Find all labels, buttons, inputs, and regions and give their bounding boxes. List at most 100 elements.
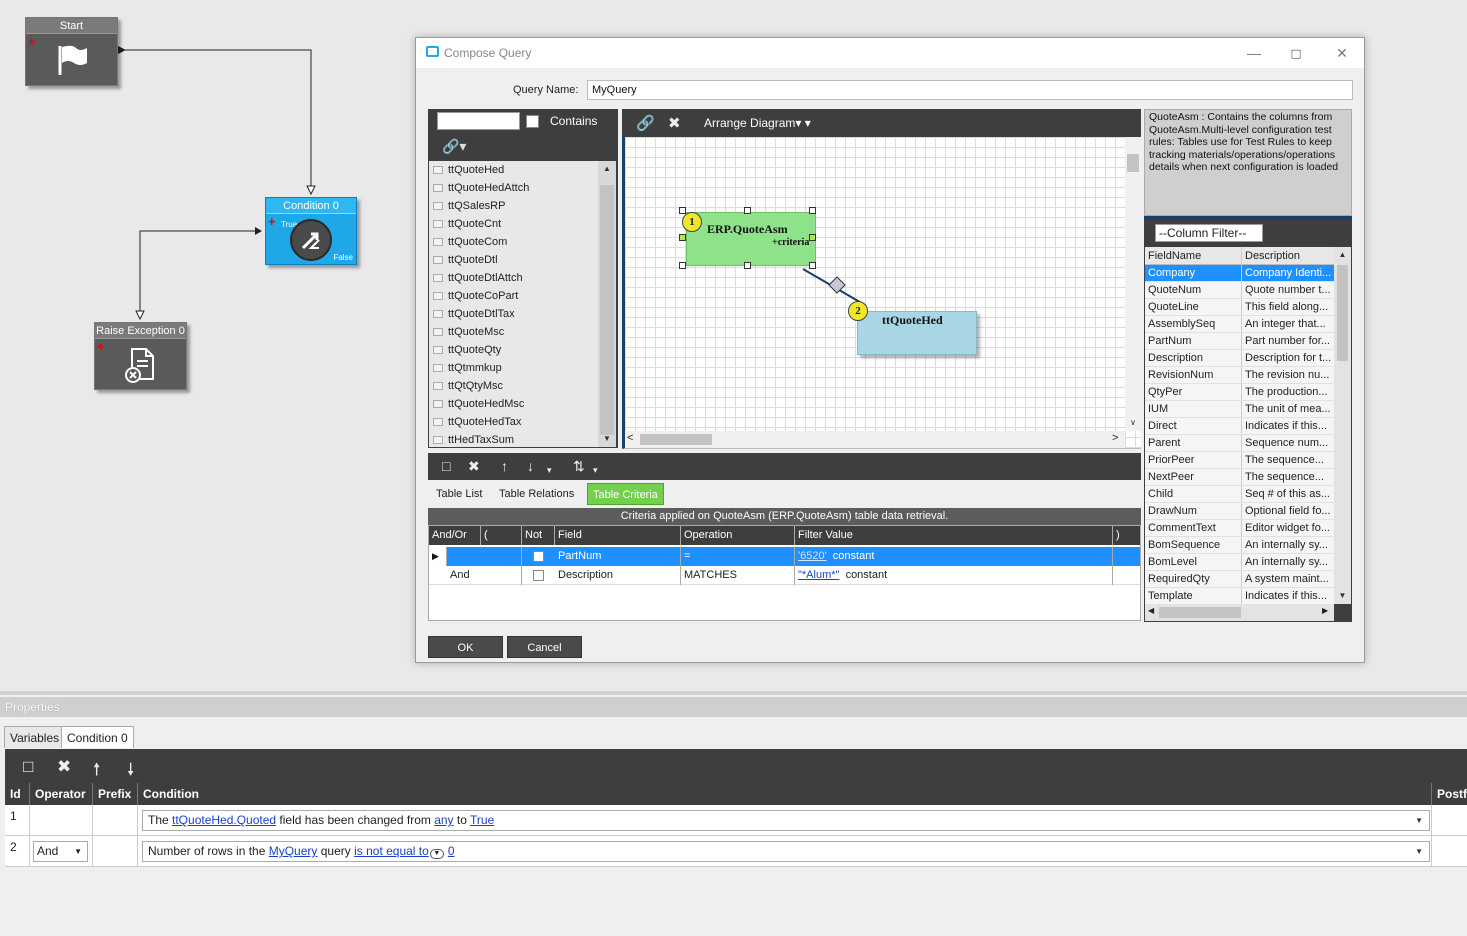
- raise-exception-node[interactable]: Raise Exception 0 +: [94, 322, 187, 390]
- column-row[interactable]: AssemblySeq An integer that...: [1145, 316, 1334, 333]
- condition-postfix[interactable]: [1432, 836, 1467, 867]
- table-list-item[interactable]: ttHedTaxSum: [429, 431, 598, 447]
- criteria-filter-value[interactable]: "*Alum*" constant: [795, 566, 1113, 585]
- ok-button[interactable]: OK: [428, 636, 503, 658]
- move-down-icon[interactable]: 🠗: [127, 757, 134, 786]
- from-value-link[interactable]: any: [434, 813, 453, 827]
- diagram-table-quoteasm[interactable]: ERP.QuoteAsm +criteria: [686, 212, 816, 266]
- column-row[interactable]: PartNum Part number for...: [1145, 333, 1334, 350]
- field-link[interactable]: ttQuoteHed.Quoted: [172, 813, 276, 827]
- scroll-right-icon[interactable]: ▶: [1322, 606, 1328, 615]
- column-row[interactable]: QuoteLine This field along...: [1145, 299, 1334, 316]
- criteria-operation[interactable]: =: [681, 547, 795, 566]
- filter-value-link[interactable]: "*Alum*": [798, 569, 839, 581]
- move-down-icon[interactable]: ↓: [527, 458, 534, 474]
- table-list-item[interactable]: ttQuoteDtl: [429, 251, 598, 269]
- resize-handle[interactable]: [809, 234, 816, 241]
- maximize-icon[interactable]: ◻: [1284, 42, 1308, 64]
- scroll-down-icon[interactable]: ∨: [1125, 415, 1141, 431]
- new-icon[interactable]: □: [442, 458, 450, 474]
- resize-handle[interactable]: [809, 207, 816, 214]
- tab-table-list[interactable]: Table List: [431, 483, 487, 505]
- row-selector-icon[interactable]: ▶: [429, 547, 447, 566]
- table-list-item[interactable]: ttQuoteHedAttch: [429, 179, 598, 197]
- table-list-item[interactable]: ttQuoteQty: [429, 341, 598, 359]
- table-list-item[interactable]: ttQuoteCnt: [429, 215, 598, 233]
- close-icon[interactable]: ✕: [1330, 42, 1354, 64]
- criteria-row[interactable]: ▶ PartNum = '6520' constant: [429, 547, 1140, 566]
- table-list-item[interactable]: ttQuoteDtlTax: [429, 305, 598, 323]
- delete-icon[interactable]: ✖: [668, 114, 681, 132]
- criteria-andor[interactable]: [447, 547, 522, 566]
- column-row[interactable]: Description Description for t...: [1145, 350, 1334, 367]
- criteria-field[interactable]: PartNum: [555, 547, 681, 566]
- minimize-icon[interactable]: —: [1242, 42, 1266, 64]
- table-list-item[interactable]: ttQSalesRP: [429, 197, 598, 215]
- criteria-andor[interactable]: And: [429, 566, 522, 585]
- not-checkbox[interactable]: [533, 570, 544, 581]
- condition-expression[interactable]: Number of rows in the MyQuery query is n…: [142, 841, 1430, 862]
- table-list-item[interactable]: ttQuoteHedTax: [429, 413, 598, 431]
- query-link[interactable]: MyQuery: [269, 844, 318, 858]
- column-row[interactable]: Direct Indicates if this...: [1145, 418, 1334, 435]
- criteria-operation[interactable]: MATCHES: [681, 566, 795, 585]
- tab-table-criteria[interactable]: Table Criteria: [587, 483, 664, 505]
- dropdown-icon[interactable]: ▼: [74, 842, 82, 861]
- condition-prefix[interactable]: [93, 805, 138, 836]
- column-row[interactable]: Company Company Identi...: [1145, 265, 1334, 282]
- sort-icon[interactable]: ⇅: [573, 458, 585, 475]
- fieldname-header[interactable]: FieldName: [1145, 247, 1242, 264]
- table-search-input[interactable]: [437, 112, 520, 130]
- scroll-thumb[interactable]: [1337, 265, 1348, 361]
- condition-expression[interactable]: The ttQuoteHed.Quoted field has been cha…: [142, 810, 1430, 831]
- scroll-thumb[interactable]: [640, 434, 712, 445]
- cancel-button[interactable]: Cancel: [507, 636, 582, 658]
- columns-horizontal-scrollbar[interactable]: ◀ ▶: [1145, 604, 1334, 621]
- condition-node[interactable]: Condition 0 + True False: [265, 197, 357, 265]
- move-up-icon[interactable]: ↑: [501, 458, 508, 474]
- dialog-titlebar[interactable]: Compose Query — ◻ ✕: [416, 38, 1364, 68]
- scroll-thumb[interactable]: [1159, 607, 1241, 618]
- scroll-up-icon[interactable]: ▲: [1334, 247, 1351, 263]
- move-up-icon[interactable]: 🠕: [93, 757, 100, 786]
- diagram-vertical-scrollbar[interactable]: ∨: [1125, 137, 1141, 431]
- scroll-left-icon[interactable]: ◀: [1148, 606, 1154, 615]
- dropdown-icon[interactable]: ▼: [1415, 842, 1423, 861]
- new-icon[interactable]: □: [23, 757, 33, 777]
- scroll-left-icon[interactable]: <: [627, 432, 633, 444]
- dropdown-icon[interactable]: ▾: [593, 465, 598, 476]
- criteria-field[interactable]: Description: [555, 566, 681, 585]
- dropdown-icon[interactable]: ▼: [429, 849, 444, 859]
- condition-postfix[interactable]: [1432, 805, 1467, 836]
- operator-select[interactable]: And ▼: [33, 841, 88, 862]
- not-checkbox[interactable]: [533, 551, 544, 562]
- diagram-horizontal-scrollbar[interactable]: < >: [625, 431, 1125, 448]
- tab-condition-0[interactable]: Condition 0: [61, 726, 134, 748]
- criteria-row[interactable]: And Description MATCHES "*Alum*" constan…: [429, 566, 1140, 585]
- column-row[interactable]: BomLevel An internally sy...: [1145, 554, 1334, 571]
- table-list-item[interactable]: ttQuoteHedMsc: [429, 395, 598, 413]
- delete-icon[interactable]: ✖: [57, 757, 71, 777]
- criteria-filter-value[interactable]: '6520' constant: [795, 547, 1113, 566]
- condition-operator[interactable]: [30, 805, 93, 836]
- condition-row[interactable]: 2 And ▼ Number of rows in the MyQuery que…: [5, 836, 1467, 867]
- column-row[interactable]: CommentText Editor widget fo...: [1145, 520, 1334, 537]
- column-row[interactable]: RequiredQty A system maint...: [1145, 571, 1334, 588]
- tab-table-relations[interactable]: Table Relations: [494, 483, 579, 505]
- arrange-diagram-dropdown[interactable]: Arrange Diagram▾ ▾: [704, 116, 811, 130]
- to-value-link[interactable]: True: [470, 813, 494, 827]
- columns-vertical-scrollbar[interactable]: ▲ ▼: [1334, 247, 1351, 604]
- link-icon[interactable]: 🔗: [636, 114, 655, 132]
- column-row[interactable]: Child Seq # of this as...: [1145, 486, 1334, 503]
- column-row[interactable]: RevisionNum The revision nu...: [1145, 367, 1334, 384]
- table-list-item[interactable]: ttQuoteCom: [429, 233, 598, 251]
- scroll-right-icon[interactable]: >: [1112, 432, 1118, 444]
- link-icon[interactable]: 🔗▾: [442, 138, 466, 155]
- table-list-item[interactable]: ttQuoteHed: [429, 161, 598, 179]
- dropdown-icon[interactable]: ▾: [547, 465, 552, 476]
- table-list-item[interactable]: ttQuoteDtlAttch: [429, 269, 598, 287]
- diagram-canvas[interactable]: ERP.QuoteAsm +criteria 1 ttQuoteHed 2 ∨ …: [622, 137, 1141, 449]
- column-row[interactable]: Template Indicates if this...: [1145, 588, 1334, 605]
- query-name-input[interactable]: [587, 80, 1353, 100]
- tab-variables[interactable]: Variables: [4, 726, 66, 748]
